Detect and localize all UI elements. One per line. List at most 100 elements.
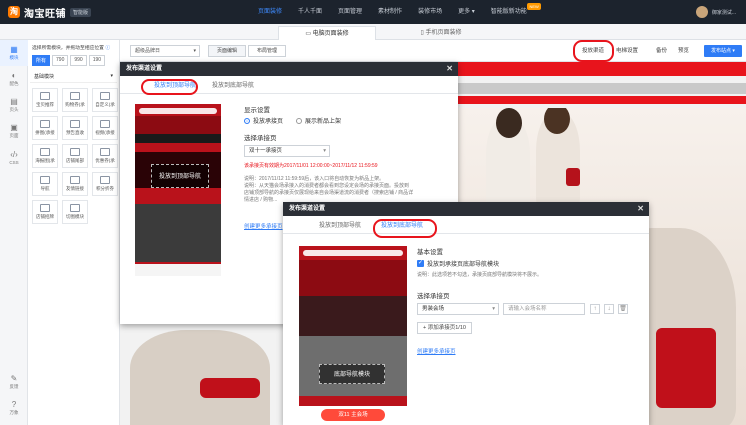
module-card[interactable]: 自定义(承 [92,88,118,112]
width-option-990[interactable]: 990 [70,55,87,66]
avatar [695,6,708,18]
landing-page-select[interactable]: 双十一承接页 ▾ [244,145,330,157]
module-card[interactable]: 店铺招牌 [32,200,58,224]
landing-page-select[interactable]: 男装会场 ▾ [417,303,499,315]
module-grid: 宝贝推荐 购物券(承 自定义(承 拼图(承接 预告直收 视频(承接 海报图(承 … [28,83,119,229]
phone-preview: 投放到顶部导航 [135,104,221,276]
module-icon [40,92,50,100]
elevator-settings-button[interactable]: 电梯设置 [616,45,638,57]
create-landing-link[interactable]: 创建更多承接页 [417,347,456,355]
width-option-all[interactable]: 所有 [32,55,51,66]
publish-channel-modal-bottom: 发布渠道设置 ✕ 投放到顶部导航 投放到底部导航 底部导航模块 双11 主会场 基… [283,202,649,425]
rail-item-feedback[interactable]: ✎ 反馈 [0,369,28,395]
nav-placement-overlay: 投放到顶部导航 [151,164,209,188]
rail-item-colors[interactable]: ◐ 配色 [0,66,28,92]
help-circle-icon[interactable]: ⓘ [105,46,110,51]
logo-text: 淘宝旺铺 [24,8,66,20]
module-icon [70,148,80,156]
close-icon[interactable]: ✕ [446,62,453,76]
rail-item-css[interactable]: ‹/› CSS [0,144,28,170]
phone-search-bar [303,250,403,256]
layout-manage-button[interactable]: 布局管理 [248,45,286,57]
phone-grid [135,204,221,262]
preview-button[interactable]: 预览 [678,45,689,57]
phone-search-bar [139,108,217,114]
close-icon[interactable]: ✕ [637,202,644,216]
username: 御家测试... [711,9,736,16]
page-edit-button[interactable]: 页面编辑 [208,45,246,57]
module-card[interactable]: 积分折券 [92,172,118,196]
module-card[interactable]: 拼图(承接 [32,116,58,140]
nav-item-market[interactable]: 装修市场 [410,0,450,24]
nav-item-new-features[interactable]: 智能版新功能 NEW [483,0,541,24]
create-landing-link[interactable]: 创建更多承接页 [244,222,283,230]
module-card[interactable]: 切图模块 [62,200,88,224]
module-card[interactable]: 宝贝推荐 [32,88,58,112]
module-icon [40,176,50,184]
red-backpack [656,328,716,408]
width-option-190[interactable]: 190 [88,55,106,66]
move-down-icon[interactable]: ↓ [604,304,614,314]
chevron-down-icon: ▾ [110,73,113,79]
module-card[interactable]: 友情链接 [62,172,88,196]
edition-badge[interactable]: 智能版 [70,7,92,17]
publish-site-button[interactable]: 发布站点 ▾ [704,45,742,57]
width-option-790[interactable]: 790 [52,55,69,66]
delete-icon[interactable]: 🗑 [618,304,628,314]
grid-icon: ▦ [10,45,18,54]
radio-new-arrivals[interactable]: 展示新品上架 [296,116,341,125]
radio-dot [244,117,250,124]
tab-top-nav[interactable]: 投放到顶部导航 [319,220,361,229]
module-card[interactable]: 海报图(承 [32,144,58,168]
handbag [566,168,580,186]
nav-item-more[interactable]: 更多 ▾ [450,0,483,24]
select-landing-title: 选择承接页 [244,135,277,142]
highlight-circle [141,79,198,95]
module-icon [40,204,50,212]
module-section-basic[interactable]: 基础模块 ▾ [30,69,117,83]
tab-pc-decor[interactable]: ▭ 电脑页面装修 [278,26,376,40]
bottom-nav-checkbox[interactable]: ✓ 投放到承接页底部导航模块 [417,259,499,268]
venue-name-input[interactable]: 请输入会场名称 [503,303,585,315]
width-options: 所有 790 990 190 [28,52,119,69]
module-card[interactable]: 视频(承接 [92,116,118,140]
tab-bottom-nav[interactable]: 投放到底部导航 [212,80,254,89]
radio-dot [296,117,302,124]
nav-item-page-decor[interactable]: 页面装修 [250,0,290,24]
user-menu[interactable]: 御家测试... [695,0,736,24]
page-select[interactable]: 超级品牌日 ▾ [130,45,200,57]
module-card[interactable]: 优惠券(承 [92,144,118,168]
taobao-logo-icon: 淘 [8,6,20,18]
code-icon: ‹/› [10,149,18,159]
module-card[interactable]: 导航 [32,172,58,196]
banner-strip [456,83,746,94]
logo[interactable]: 淘 淘宝旺铺 智能版 [0,0,118,24]
nav-item-assets[interactable]: 素材制作 [370,0,410,24]
rail-item-page[interactable]: ▣ 页面 [0,118,28,144]
move-up-icon[interactable]: ↑ [590,304,600,314]
rail-bottom: ✎ 反馈 ? 万象 [0,369,28,421]
bottom-nav-overlay: 底部导航模块 [319,364,385,384]
module-card[interactable]: 店铺尾部 [62,144,88,168]
add-landing-button[interactable]: + 添加承接页1/10 [417,322,472,334]
tab-mobile-decor[interactable]: ▯ 手机页面装修 [392,26,490,40]
nav-item-personalize[interactable]: 千人千面 [290,0,330,24]
nav-item-page-manage[interactable]: 页面管理 [330,0,370,24]
rail-item-header[interactable]: ▤ 页头 [0,92,28,118]
basic-settings-title: 基本设置 [417,249,443,256]
rail-item-help[interactable]: ? 万象 [0,395,28,421]
module-card[interactable]: 预告直收 [62,116,88,140]
phone-grid [299,296,407,336]
rail-item-modules[interactable]: ▦ 模块 [0,40,28,66]
module-icon [70,204,80,212]
validity-note: 该承接页有效期为2017/11/01 12:00:00~2017/11/12 1… [244,163,378,169]
radio-landing-page[interactable]: 投放承接页 [244,116,283,125]
header-icon: ▤ [10,97,18,106]
model-hair [496,108,522,138]
check-icon: ✓ [417,260,424,267]
backup-button[interactable]: 备份 [656,45,667,57]
phone-tabbar [135,264,221,276]
main-nav: 页面装修 千人千面 页面管理 素材制作 装修市场 更多 ▾ 智能版新功能 NEW [250,0,541,24]
module-icon [70,120,80,128]
module-card[interactable]: 购物券(承 [62,88,88,112]
